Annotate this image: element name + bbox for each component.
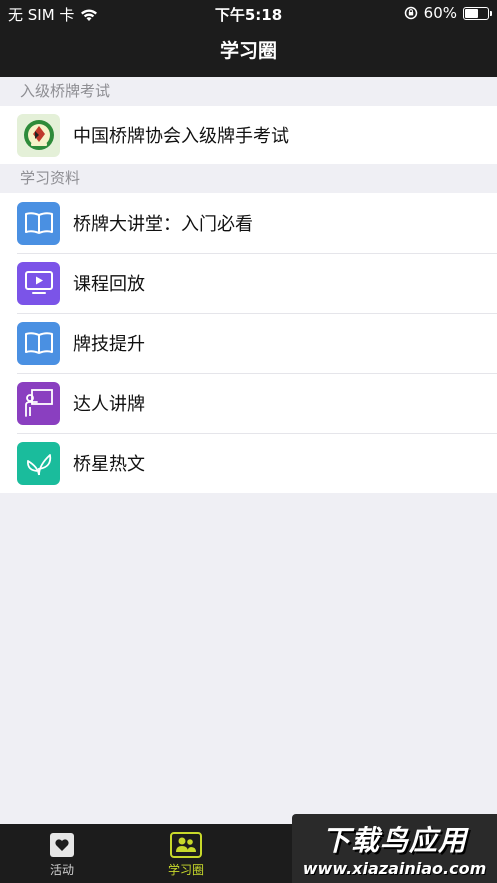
- list-item-articles[interactable]: 桥星热文: [0, 433, 497, 493]
- section-header-exam: 入级桥牌考试: [0, 77, 497, 106]
- exam-list: 中国桥牌协会入级牌手考试: [0, 106, 497, 164]
- list-item-label: 牌技提升: [73, 334, 145, 355]
- watermark: 下载鸟应用 www.xiazainiao.com: [292, 814, 497, 883]
- materials-list: 桥牌大讲堂：入门必看 课程回放 牌技提升 达人讲牌 桥星热文: [0, 193, 497, 493]
- list-item-replay[interactable]: 课程回放: [0, 253, 497, 313]
- section-header-materials: 学习资料: [0, 164, 497, 193]
- bridge-association-logo-icon: [17, 113, 60, 157]
- orientation-lock-icon: [404, 6, 417, 20]
- book-icon: [17, 321, 60, 365]
- content: 入级桥牌考试 中国桥牌协会入级牌手考试 学习资料 桥牌大讲堂：入门必看 课程回放…: [0, 77, 497, 493]
- tab-activity[interactable]: 活动: [0, 824, 124, 883]
- video-play-icon: [17, 261, 60, 305]
- list-item-skills[interactable]: 牌技提升: [0, 313, 497, 373]
- battery-icon: [463, 6, 492, 20]
- status-right: 60%: [404, 4, 492, 22]
- page-title: 学习圈: [219, 40, 277, 62]
- battery-fill: [465, 8, 479, 18]
- leaf-icon: [17, 441, 60, 485]
- teacher-board-icon: [17, 381, 60, 425]
- heart-icon: [50, 833, 74, 857]
- list-item-label: 课程回放: [73, 274, 145, 295]
- list-item-label: 桥星热文: [73, 454, 145, 475]
- book-icon: [17, 201, 60, 245]
- people-icon: [170, 832, 202, 858]
- watermark-url: www.xiazainiao.com: [302, 859, 487, 878]
- tab-label: 学习圈: [167, 863, 204, 877]
- tab-study-circle[interactable]: 学习圈: [124, 824, 248, 883]
- battery-percent: 60%: [423, 4, 457, 22]
- tab-label: 活动: [49, 863, 74, 877]
- list-item-label: 中国桥牌协会入级牌手考试: [73, 126, 289, 147]
- list-item-lecture[interactable]: 桥牌大讲堂：入门必看: [0, 193, 497, 253]
- list-item-expert[interactable]: 达人讲牌: [0, 373, 497, 433]
- list-item-exam[interactable]: 中国桥牌协会入级牌手考试: [0, 106, 497, 164]
- nav-bar: 学习圈: [0, 26, 497, 77]
- list-item-label: 桥牌大讲堂：入门必看: [73, 214, 253, 235]
- list-item-label: 达人讲牌: [73, 394, 145, 415]
- status-bar: 无 SIM 卡 下午5:18 60%: [0, 0, 497, 26]
- watermark-title: 下载鸟应用: [321, 824, 467, 857]
